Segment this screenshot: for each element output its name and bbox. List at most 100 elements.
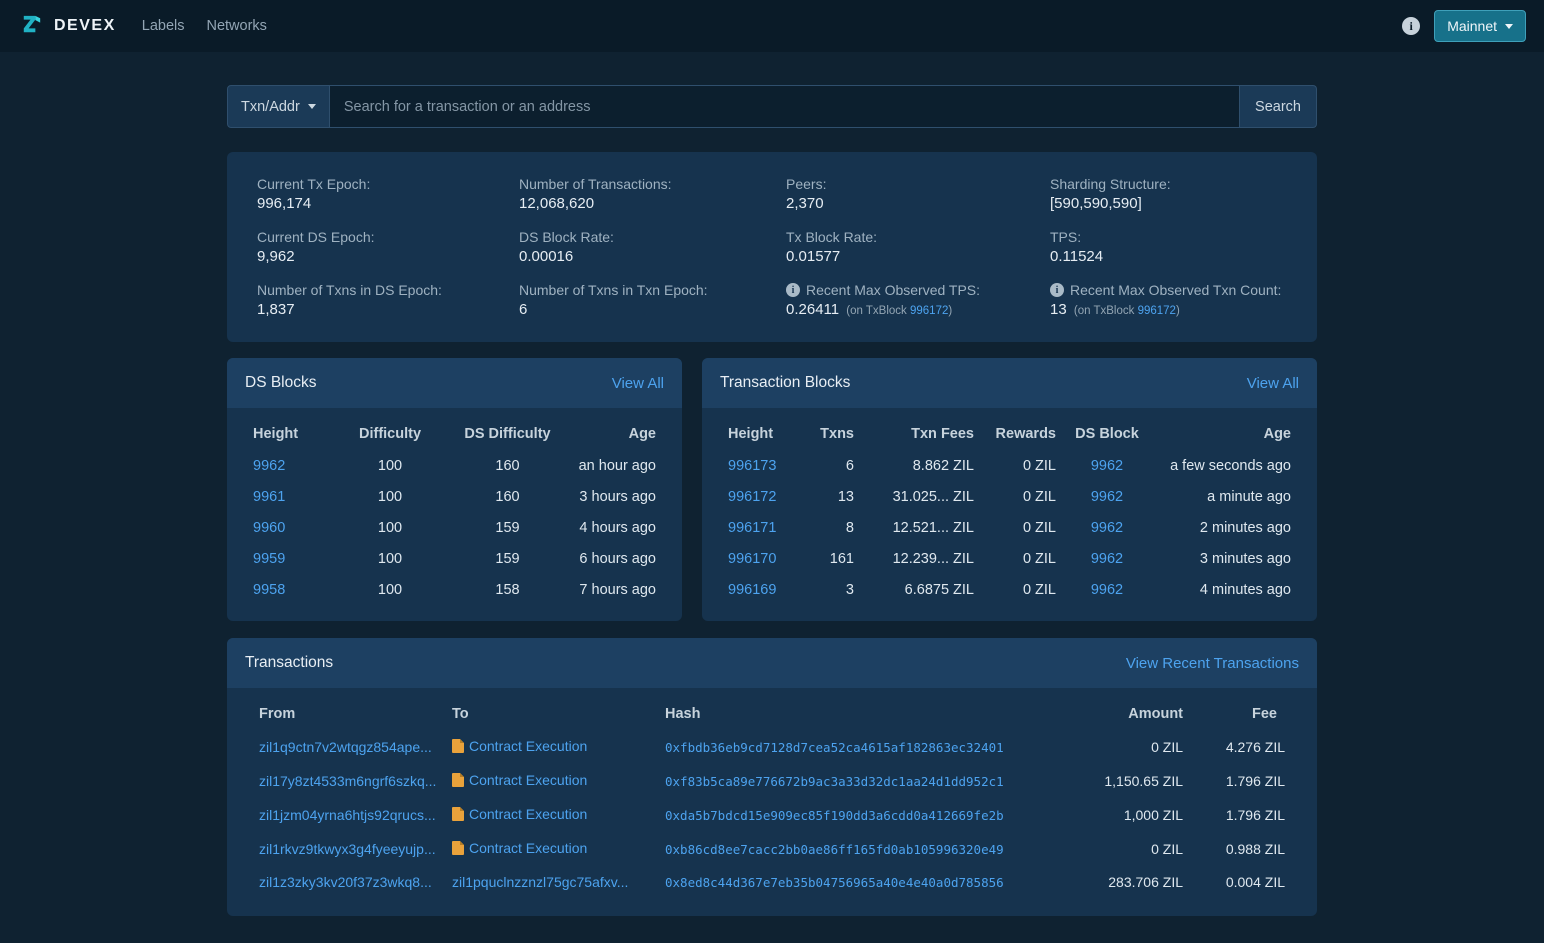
txn-hash-link[interactable]: 0xb86cd8ee7cacc2bb0ae86ff165fd0ab1059963… [665,842,1004,857]
cell-rewards: 0 ZIL [1022,581,1056,598]
to-address-link[interactable]: zil1pquclnzznzl75gc75afxv... [452,874,628,890]
column-header-to: To [452,706,469,722]
chevron-down-icon [307,104,316,109]
ds-block-height-link[interactable]: 9960 [253,520,285,536]
ds-block-link[interactable]: 9962 [1091,489,1123,505]
cell-age: 2 minutes ago [1199,519,1291,536]
cell-amount: 283.706 ZIL [1108,874,1183,890]
to-contract-link[interactable]: Contract Execution [469,772,587,788]
cell-txn-fees: 31.025... ZIL [892,488,974,505]
ds-block-height-link[interactable]: 9961 [253,489,285,505]
ds-blocks-view-all-link[interactable]: View All [612,375,664,392]
cell-age: 4 minutes ago [1199,581,1291,598]
table-row: zil1jzm04yrna6htjs92qrucs... Contract Ex… [251,798,1293,832]
cell-rewards: 0 ZIL [1022,457,1056,474]
stat-sharding-structure: Sharding Structure: [590,590,590] [1050,176,1171,212]
to-contract-link[interactable]: Contract Execution [469,840,587,856]
column-header-rewards: Rewards [995,426,1056,442]
view-recent-transactions-link[interactable]: View Recent Transactions [1126,655,1299,672]
nav-link-networks[interactable]: Networks [206,18,266,34]
cell-rewards: 0 ZIL [1022,519,1056,536]
ds-blocks-card: DS Blocks View All Height Difficulty DS … [227,358,682,621]
ds-block-height-link[interactable]: 9959 [253,551,285,567]
column-header-fee: Fee [1252,706,1277,722]
search-input[interactable] [329,85,1241,128]
stat-txns-in-ds-epoch: Number of Txns in DS Epoch: 1,837 [257,282,442,318]
cell-age: 3 minutes ago [1199,550,1291,567]
stat-note: (on TxBlock 996172) [1073,305,1180,317]
txn-hash-link[interactable]: 0xda5b7bdcd15e909ec85f190dd3a6cdd0a41266… [665,808,1004,823]
ds-block-link[interactable]: 9962 [1091,458,1123,474]
table-row: 9960 100 159 4 hours ago [245,512,664,543]
tx-block-height-link[interactable]: 996170 [728,551,776,567]
info-circle-icon: i [1050,283,1064,297]
cell-fee: 1.796 ZIL [1225,773,1285,789]
cell-amount: 0 ZIL [1151,739,1183,755]
stat-tps: TPS: 0.11524 [1050,229,1104,265]
txn-hash-link[interactable]: 0x8ed8c44d367e7eb35b04756965a40e4e40a0d7… [665,875,1004,890]
table-row: 996173 6 8.862 ZIL 0 ZIL 9962 a few seco… [720,450,1299,481]
info-circle-icon[interactable]: i [1402,17,1421,35]
tx-block-height-link[interactable]: 996172 [728,489,776,505]
navbar-right: i Mainnet [1402,10,1526,42]
ds-block-link[interactable]: 9962 [1091,551,1123,567]
brand-home-link[interactable]: DEVEX [18,11,116,42]
cell-age: a minute ago [1207,488,1291,505]
txblock-link[interactable]: 996172 [1138,305,1176,317]
cell-txn-fees: 12.521... ZIL [892,519,974,536]
from-address-link[interactable]: zil1z3zky3kv20f37z3wkq8... [259,874,432,890]
stat-ds-block-rate: DS Block Rate: 0.00016 [519,229,614,265]
ds-block-link[interactable]: 9962 [1091,520,1123,536]
to-contract-link[interactable]: Contract Execution [469,806,587,822]
stat-current-tx-epoch: Current Tx Epoch: 996,174 [257,176,371,212]
ds-block-height-link[interactable]: 9958 [253,582,285,598]
table-row: 9961 100 160 3 hours ago [245,481,664,512]
transaction-blocks-title: Transaction Blocks [720,374,851,391]
cell-ds-difficulty: 159 [495,519,520,536]
nav-link-labels[interactable]: Labels [142,18,185,34]
cell-txn-fees: 8.862 ZIL [912,457,974,474]
table-row: 9962 100 160 an hour ago [245,450,664,481]
from-address-link[interactable]: zil1q9ctn7v2wtqgz854ape... [259,739,432,755]
search-button[interactable]: Search [1240,85,1317,128]
transactions-card: Transactions View Recent Transactions Fr… [227,638,1317,916]
transactions-table: From To Hash Amount Fee zil1q9ctn7v2wtqg… [251,696,1293,898]
to-contract-link[interactable]: Contract Execution [469,738,587,754]
column-header-age: Age [1263,426,1291,442]
stat-peers: Peers: 2,370 [786,176,827,212]
from-address-link[interactable]: zil1rkvz9tkwyx3g4fyeeyujp... [259,841,436,857]
ds-blocks-title: DS Blocks [245,374,317,391]
search-bar: Txn/Addr Search [227,85,1317,128]
ds-block-height-link[interactable]: 9962 [253,458,285,474]
top-navbar: DEVEX Labels Networks i Mainnet [0,0,1544,52]
cell-age: 6 hours ago [579,550,656,567]
column-header-difficulty: Difficulty [358,426,422,442]
transaction-blocks-view-all-link[interactable]: View All [1247,375,1299,392]
table-row: 9958 100 158 7 hours ago [245,574,664,605]
cell-txns: 161 [829,550,854,567]
stat-note: (on TxBlock 996172) [846,305,953,317]
tx-block-height-link[interactable]: 996171 [728,520,776,536]
cell-rewards: 0 ZIL [1022,488,1056,505]
ds-block-link[interactable]: 9962 [1091,582,1123,598]
from-address-link[interactable]: zil1jzm04yrna6htjs92qrucs... [259,807,436,823]
cell-txns: 8 [845,519,854,536]
ds-blocks-table: Height Difficulty DS Difficulty Age 9962… [245,416,664,605]
chevron-down-icon [1505,23,1513,29]
txn-hash-link[interactable]: 0xfbdb36eb9cd7128d7cea52ca4615af182863ec… [665,740,1004,755]
tx-block-height-link[interactable]: 996173 [728,458,776,474]
cell-fee: 0.004 ZIL [1225,874,1285,890]
cell-age: 7 hours ago [579,581,656,598]
table-row: zil1rkvz9tkwyx3g4fyeeyujp... Contract Ex… [251,832,1293,866]
network-selector-button[interactable]: Mainnet [1434,10,1526,42]
cell-amount: 0 ZIL [1151,841,1183,857]
cell-age: a few seconds ago [1170,457,1291,474]
txblock-link[interactable]: 996172 [910,305,948,317]
txn-hash-link[interactable]: 0xf83b5ca89e776672b9ac3a33d32dc1aa24d1dd… [665,774,1004,789]
search-type-dropdown[interactable]: Txn/Addr [227,85,330,128]
tx-block-height-link[interactable]: 996169 [728,582,776,598]
from-address-link[interactable]: zil17y8zt4533m6ngrf6szkq... [259,773,436,789]
cell-age: 3 hours ago [579,488,656,505]
cell-difficulty: 100 [377,519,403,536]
table-row: 996171 8 12.521... ZIL 0 ZIL 9962 2 minu… [720,512,1299,543]
